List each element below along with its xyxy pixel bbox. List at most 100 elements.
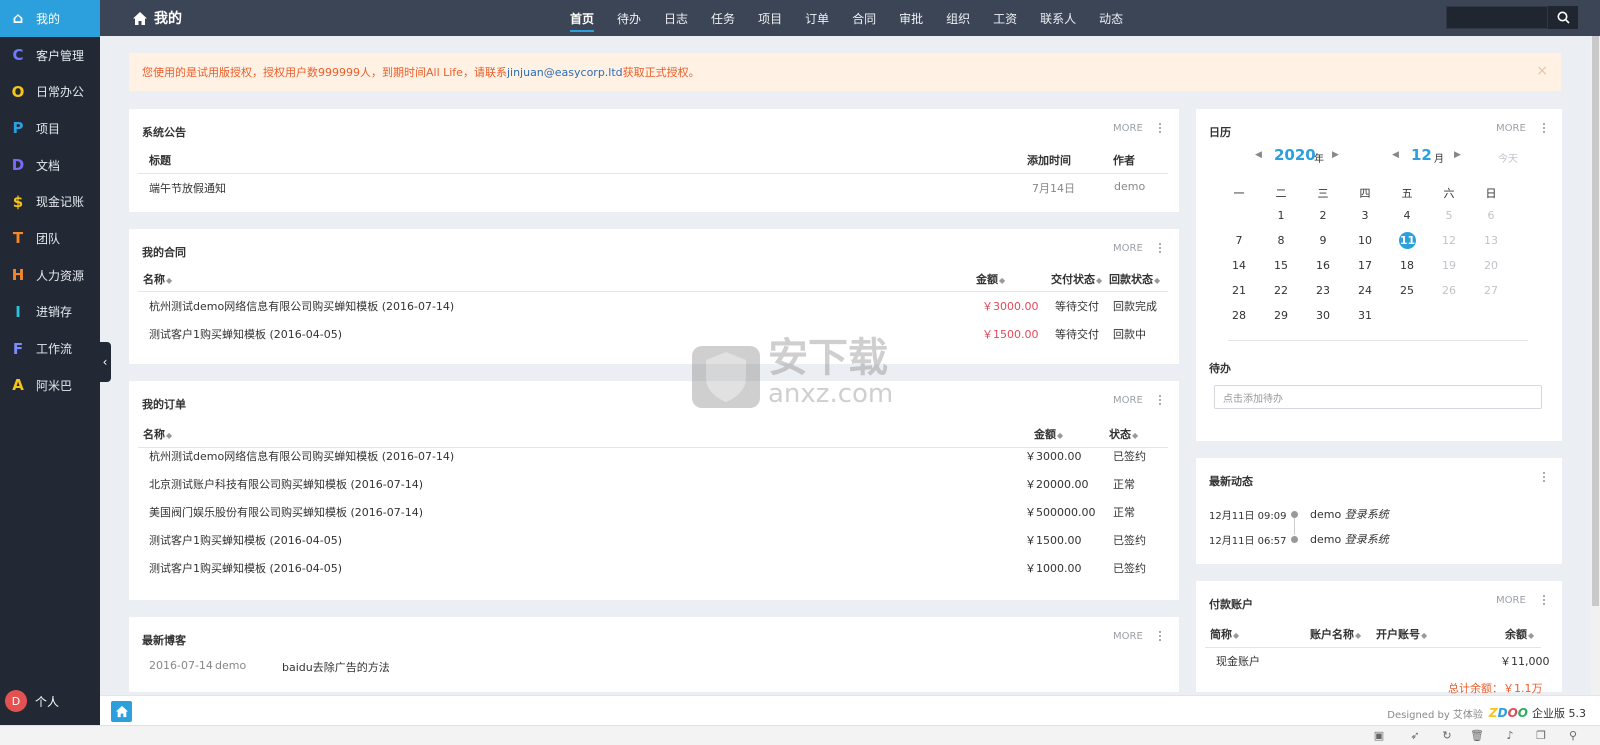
order-name-link[interactable]: 北京测试账户科技有限公司购买蝉知模板 (2016-07-14) — [149, 476, 423, 492]
col-amount-sort[interactable]: 金额◆ — [976, 271, 1005, 287]
rocket-icon[interactable]: ➶ — [1408, 729, 1422, 743]
calendar-day[interactable]: 13 — [1481, 234, 1501, 247]
calendar-day[interactable]: 12 — [1439, 234, 1459, 247]
calendar-day[interactable]: 2 — [1313, 209, 1333, 222]
close-icon[interactable]: × — [1536, 63, 1548, 79]
col-name-sort[interactable]: 名称◆ — [143, 426, 172, 442]
next-month-icon[interactable]: ▶ — [1454, 150, 1461, 160]
sidebar-item[interactable]: T 团队 — [0, 220, 100, 257]
calendar-day[interactable]: 16 — [1313, 259, 1333, 272]
calendar-day[interactable]: 24 — [1355, 284, 1375, 297]
calendar-day[interactable]: 25 — [1397, 284, 1417, 297]
nav-item[interactable]: 首页 — [570, 0, 595, 36]
more-options-icon[interactable] — [1542, 471, 1546, 483]
nav-item[interactable]: 待办 — [617, 0, 641, 36]
more-options-icon[interactable] — [1158, 394, 1162, 406]
nav-item[interactable]: 工资 — [993, 0, 1017, 36]
calendar-day[interactable]: 23 — [1313, 284, 1333, 297]
image-icon[interactable]: ▣ — [1372, 729, 1386, 743]
col-account-name-sort[interactable]: 账户名称◆ — [1310, 626, 1361, 642]
sidebar-item[interactable]: A 阿米巴 — [0, 367, 100, 404]
sidebar-item[interactable]: F 工作流 — [0, 330, 100, 367]
order-name-link[interactable]: 杭州测试demo网络信息有限公司购买蝉知模板 (2016-07-14) — [149, 448, 454, 464]
order-name-link[interactable]: 美国阀门娱乐股份有限公司购买蝉知模板 (2016-07-14) — [149, 504, 423, 520]
calendar-day[interactable]: 22 — [1271, 284, 1291, 297]
calendar-day[interactable]: 29 — [1271, 309, 1291, 322]
contact-email-link[interactable]: jinjuan@easycorp.ltd — [507, 66, 623, 79]
calendar-day[interactable]: 10 — [1355, 234, 1375, 247]
calendar-day[interactable]: 20 — [1481, 259, 1501, 272]
col-name-sort[interactable]: 名称◆ — [143, 271, 172, 287]
calendar-day[interactable]: 4 — [1397, 209, 1417, 222]
search-input[interactable] — [1446, 6, 1548, 29]
more-link[interactable]: MORE — [1496, 595, 1526, 606]
more-link[interactable]: MORE — [1113, 631, 1143, 642]
nav-item[interactable]: 审批 — [899, 0, 923, 36]
user-menu[interactable]: D 个人 — [5, 690, 59, 712]
calendar-day[interactable]: 1 — [1271, 209, 1291, 222]
calendar-day[interactable]: 8 — [1271, 234, 1291, 247]
collapse-sidebar-button[interactable]: ‹ — [99, 342, 111, 382]
calendar-day[interactable]: 6 — [1481, 209, 1501, 222]
col-status-sort[interactable]: 状态◆ — [1109, 426, 1138, 442]
more-options-icon[interactable] — [1542, 122, 1546, 134]
trash-icon[interactable]: 🗑 — [1470, 729, 1484, 743]
nav-item[interactable]: 联系人 — [1040, 0, 1076, 36]
nav-item[interactable]: 组织 — [946, 0, 970, 36]
calendar-day[interactable]: 15 — [1271, 259, 1291, 272]
calendar-day[interactable]: 14 — [1229, 259, 1249, 272]
calendar-day[interactable]: 26 — [1439, 284, 1459, 297]
more-link[interactable]: MORE — [1496, 123, 1526, 134]
calendar-day[interactable]: 9 — [1313, 234, 1333, 247]
order-name-link[interactable]: 测试客户1购买蝉知模板 (2016-04-05) — [149, 560, 342, 576]
calendar-day[interactable]: 30 — [1313, 309, 1333, 322]
today-button[interactable]: 今天 — [1498, 150, 1518, 165]
refresh-icon[interactable]: ↻ — [1440, 729, 1454, 743]
volume-icon[interactable]: ♪ — [1503, 729, 1517, 743]
nav-item[interactable]: 合同 — [852, 0, 876, 36]
calendar-day[interactable]: 5 — [1439, 209, 1459, 222]
calendar-day[interactable]: 28 — [1229, 309, 1249, 322]
sidebar-item[interactable]: O 日常办公 — [0, 73, 100, 110]
scrollbar-thumb[interactable] — [1592, 36, 1599, 606]
more-link[interactable]: MORE — [1113, 243, 1143, 254]
announcement-title-link[interactable]: 端午节放假通知 — [149, 180, 226, 196]
zoom-icon[interactable]: ⚲ — [1566, 729, 1580, 743]
nav-item[interactable]: 项目 — [758, 0, 782, 36]
sidebar-item[interactable]: C 客户管理 — [0, 37, 100, 74]
order-name-link[interactable]: 测试客户1购买蝉知模板 (2016-04-05) — [149, 532, 342, 548]
todo-input[interactable]: 点击添加待办 — [1214, 385, 1542, 409]
col-return-sort[interactable]: 回款状态◆ — [1109, 271, 1160, 287]
home-tab[interactable] — [111, 701, 132, 722]
calendar-day[interactable]: 11 — [1399, 232, 1416, 249]
calendar-day[interactable]: 7 — [1229, 234, 1249, 247]
more-options-icon[interactable] — [1542, 594, 1546, 606]
contract-name-link[interactable]: 测试客户1购买蝉知模板 (2016-04-05) — [149, 326, 342, 342]
sidebar-item[interactable]: H 人力资源 — [0, 257, 100, 294]
col-balance-sort[interactable]: 余额◆ — [1505, 626, 1534, 642]
prev-year-icon[interactable]: ◀ — [1255, 150, 1262, 160]
calendar-day[interactable]: 17 — [1355, 259, 1375, 272]
calendar-day[interactable]: 3 — [1355, 209, 1375, 222]
prev-month-icon[interactable]: ◀ — [1392, 150, 1399, 160]
more-options-icon[interactable] — [1158, 630, 1162, 642]
blog-title-link[interactable]: baidu去除广告的方法 — [282, 659, 390, 675]
sidebar-item[interactable]: I 进销存 — [0, 294, 100, 331]
account-name-link[interactable]: 现金账户 — [1216, 653, 1260, 669]
calendar-day[interactable]: 18 — [1397, 259, 1417, 272]
more-link[interactable]: MORE — [1113, 395, 1143, 406]
sidebar-item[interactable]: ⌂ 我的 — [0, 0, 100, 37]
nav-item[interactable]: 日志 — [664, 0, 688, 36]
activity-item[interactable]: demo 登录系统 — [1310, 506, 1389, 522]
nav-item[interactable]: 订单 — [805, 0, 829, 36]
activity-item[interactable]: demo 登录系统 — [1310, 531, 1389, 547]
next-year-icon[interactable]: ▶ — [1332, 150, 1339, 160]
col-amount-sort[interactable]: 金额◆ — [1034, 426, 1063, 442]
calendar-day[interactable]: 21 — [1229, 284, 1249, 297]
calendar-day[interactable]: 19 — [1439, 259, 1459, 272]
col-delivery-sort[interactable]: 交付状态◆ — [1051, 271, 1102, 287]
more-options-icon[interactable] — [1158, 122, 1162, 134]
search-button[interactable] — [1548, 6, 1578, 29]
col-abbr-sort[interactable]: 简称◆ — [1210, 626, 1239, 642]
calendar-day[interactable]: 27 — [1481, 284, 1501, 297]
